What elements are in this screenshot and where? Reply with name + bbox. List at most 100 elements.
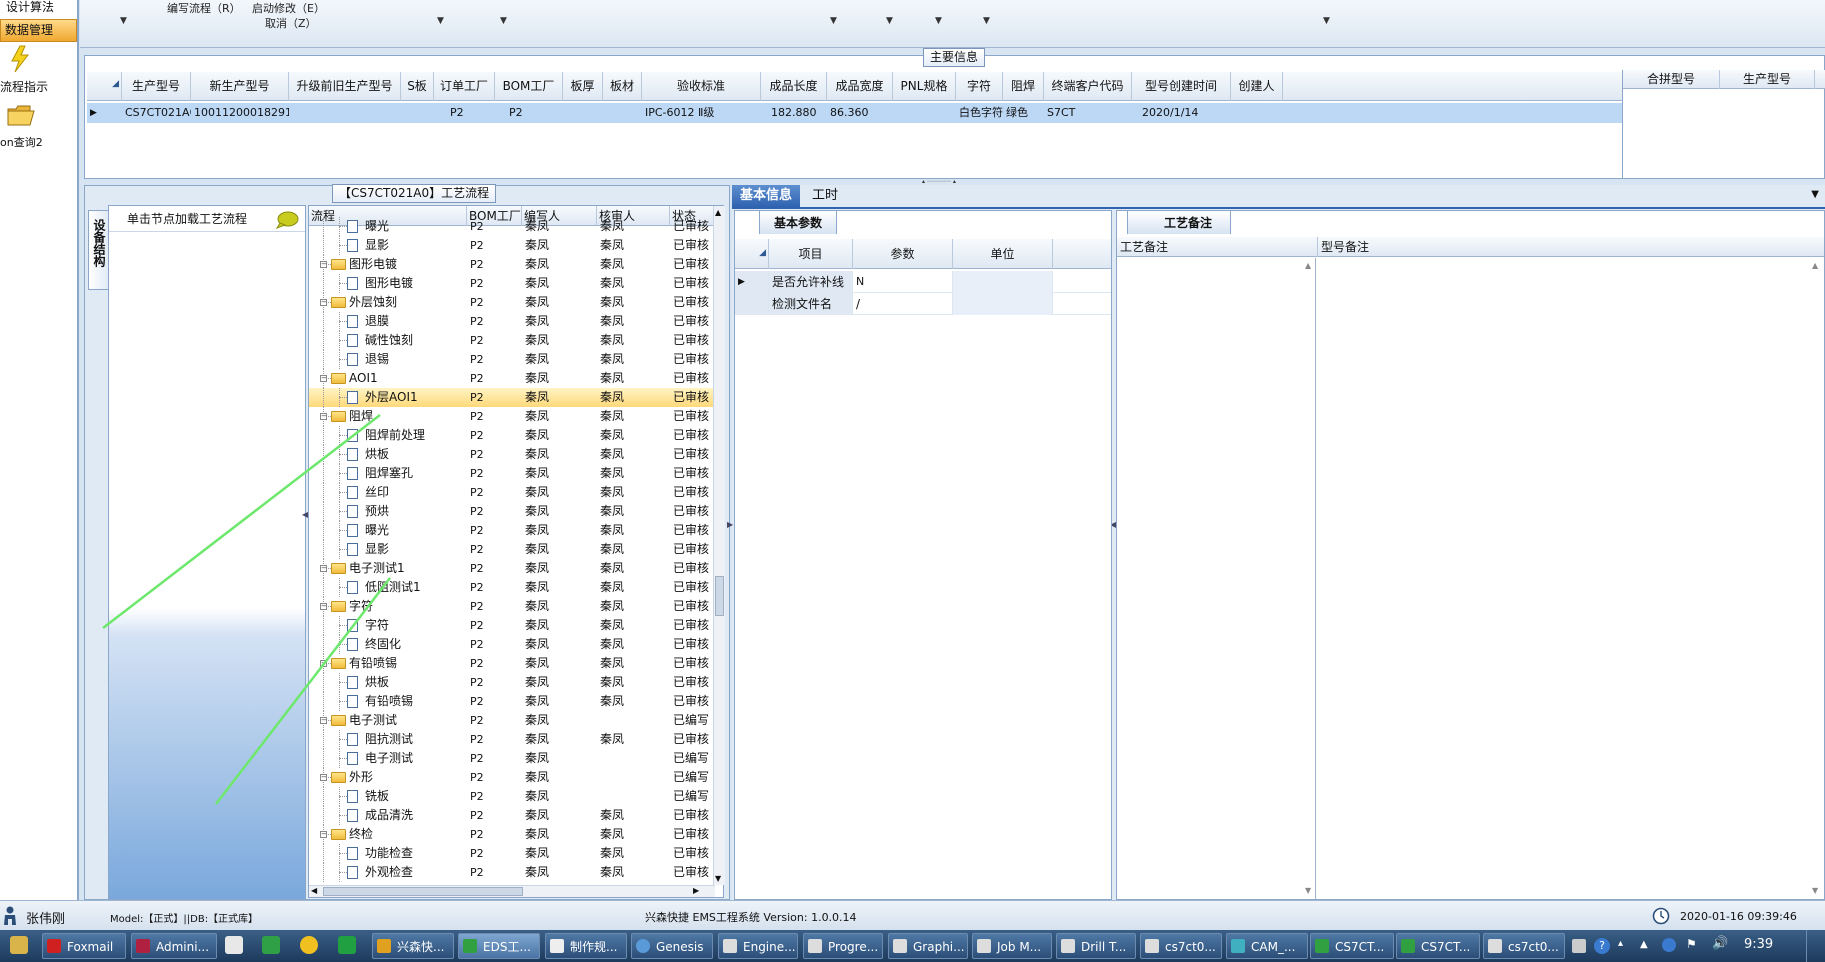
splitter-handle[interactable]: ▶ [727, 520, 733, 529]
col-header[interactable]: 字符 [956, 72, 1003, 101]
write-flow-menu[interactable]: 编写流程（R） [167, 0, 241, 16]
tree-node-group[interactable]: − 图形电镀 P2 秦凤 秦凤 已审核 [309, 255, 715, 274]
tree-node-step[interactable]: 烘板 P2 秦凤 秦凤 已审核 [309, 673, 715, 692]
collapse-toggle-icon[interactable]: − [320, 774, 327, 781]
tree-node-group[interactable]: − AOI1 P2 秦凤 秦凤 已审核 [309, 369, 715, 388]
taskbar-button[interactable]: CS7CT... [1396, 933, 1480, 959]
scroll-up-icon[interactable]: ▲ [1305, 261, 1311, 270]
col-header[interactable]: S板 [401, 72, 434, 101]
app-icon[interactable] [300, 936, 318, 954]
col-header[interactable]: 创建人 [1231, 72, 1283, 101]
cell[interactable] [289, 103, 401, 123]
tree-node-step[interactable]: 碱性蚀刻 P2 秦凤 秦凤 已审核 [309, 331, 715, 350]
flag-icon[interactable]: ⚑ [1686, 937, 1697, 951]
help-icon[interactable]: ? [1594, 938, 1610, 954]
taskbar-button[interactable]: Job M... [972, 933, 1052, 959]
tree-node-step[interactable]: 图形电镀 P2 秦凤 秦凤 已审核 [309, 274, 715, 293]
tree-node-group[interactable]: − 终检 P2 秦凤 秦凤 已审核 [309, 825, 715, 844]
tray-expand-icon[interactable]: ▴ [1618, 938, 1623, 949]
cell[interactable] [563, 103, 603, 123]
collapse-toggle-icon[interactable]: − [320, 299, 327, 306]
tree-node-step[interactable]: 退锡 P2 秦凤 秦凤 已审核 [309, 350, 715, 369]
tray-arrow-icon[interactable]: ▲ [1640, 939, 1648, 950]
taskbar-button[interactable]: Admini... [131, 933, 217, 959]
collapse-toggle-icon[interactable]: − [320, 413, 327, 420]
taskbar-button[interactable]: cs7ct0... [1483, 933, 1565, 959]
cell[interactable] [1231, 103, 1283, 123]
scroll-thumb[interactable] [323, 887, 523, 896]
collapse-toggle-icon[interactable]: − [320, 375, 327, 382]
scroll-right-icon[interactable]: ▶ [693, 886, 699, 895]
collapse-toggle-icon[interactable]: − [320, 261, 327, 268]
scroll-down-icon[interactable]: ▼ [1812, 886, 1818, 895]
chevron-down-icon[interactable]: ▼ [500, 16, 507, 26]
tree-node-step[interactable]: 曝光 P2 秦凤 秦凤 已审核 [309, 217, 715, 236]
tree-node-step[interactable]: 铣板 P2 秦凤 已编写 [309, 787, 715, 806]
tree-node-step[interactable]: 有铅喷锡 P2 秦凤 秦凤 已审核 [309, 692, 715, 711]
explorer-icon[interactable] [10, 936, 28, 954]
col-header[interactable]: 订单工厂 [434, 72, 495, 101]
nav-item-query2[interactable]: on查询2 [0, 134, 43, 150]
chevron-down-icon[interactable]: ▼ [437, 16, 444, 26]
cell[interactable] [603, 103, 642, 123]
col-header[interactable]: 验收标准 [642, 72, 761, 101]
cell[interactable] [953, 293, 1053, 315]
col-header[interactable]: 成品长度 [761, 72, 827, 101]
col-header[interactable]: 阻焊 [1003, 72, 1044, 101]
cell[interactable]: 白色字符 [956, 103, 1003, 123]
cell[interactable]: P2 [434, 103, 495, 123]
col-header[interactable]: BOM工厂 [495, 72, 563, 101]
col-header[interactable]: 升级前旧生产型号 [289, 72, 401, 101]
tab-work-hours[interactable]: 工时 [804, 185, 846, 207]
speech-bubble-icon[interactable] [275, 211, 299, 229]
taskbar-button[interactable]: cs7ct0... [1140, 933, 1222, 959]
tree-vertical-scrollbar[interactable]: ▲ ▼ [713, 206, 725, 885]
nav-item-flow-guide[interactable]: 流程指示 [0, 78, 48, 95]
scroll-thumb[interactable] [715, 576, 724, 616]
col-header[interactable]: 项目 [769, 239, 853, 269]
tree-node-step[interactable]: 显影 P2 秦凤 秦凤 已审核 [309, 236, 715, 255]
cell[interactable]: 10011200018291 [191, 103, 289, 123]
document-icon[interactable] [225, 936, 243, 954]
collapse-toggle-icon[interactable]: − [320, 660, 327, 667]
col-header[interactable]: 板材 [603, 72, 642, 101]
nav-item-design-algorithm[interactable]: 设计算法 [0, 0, 77, 17]
tree-node-step[interactable]: 外层AOI1 P2 秦凤 秦凤 已审核 [309, 388, 715, 407]
model-note-textarea[interactable] [1319, 258, 1824, 899]
col-header[interactable]: 参数 [853, 239, 953, 269]
start-modify-menu[interactable]: 启动修改（E） [252, 0, 325, 16]
cell[interactable]: IPC-6012 Ⅱ级 [642, 103, 761, 123]
taskbar-button[interactable]: Progre... [803, 933, 883, 959]
taskbar-button[interactable]: Genesis [631, 933, 713, 959]
tree-node-step[interactable]: 功能检查 P2 秦凤 秦凤 已审核 [309, 844, 715, 863]
cell[interactable]: 86.360 [827, 103, 893, 123]
cell[interactable] [893, 103, 956, 123]
tab-basic-params[interactable]: 基本参数 [759, 210, 838, 234]
process-note-textarea[interactable] [1117, 258, 1316, 899]
cell[interactable]: 绿色 [1003, 103, 1044, 123]
network-icon[interactable] [1662, 938, 1676, 952]
tree-horizontal-scrollbar[interactable]: ◀ ▶ [309, 885, 715, 897]
chevron-down-icon[interactable]: ▼ [886, 16, 893, 26]
col-header[interactable]: 生产型号 [122, 72, 191, 101]
cell[interactable]: P2 [495, 103, 563, 123]
collapse-toggle-icon[interactable]: − [320, 603, 327, 610]
tree-node-step[interactable]: 烘板 P2 秦凤 秦凤 已审核 [309, 445, 715, 464]
chevron-down-icon[interactable]: ▼ [983, 16, 990, 26]
tree-node-step[interactable]: 显影 P2 秦凤 秦凤 已审核 [309, 540, 715, 559]
taskbar-button[interactable]: 制作规... [545, 933, 627, 959]
splitter-grip[interactable]: ▴ ⋯⋯⋯⋯ ▴ [922, 178, 992, 185]
cell[interactable]: / [853, 293, 953, 315]
table-row[interactable]: ▶ 是否允许补线 N [735, 271, 1111, 293]
taskbar-button[interactable]: Engine... [718, 933, 798, 959]
tab-equipment-structure[interactable]: 设备结构 [88, 210, 110, 290]
col-header[interactable]: 生产型号 [1720, 70, 1815, 89]
tree-node-group[interactable]: − 有铅喷锡 P2 秦凤 秦凤 已审核 [309, 654, 715, 673]
tree-node-step[interactable]: 外观检查 P2 秦凤 秦凤 已审核 [309, 863, 715, 882]
collapse-toggle-icon[interactable]: − [320, 717, 327, 724]
app-icon[interactable] [262, 936, 280, 954]
chevron-down-icon[interactable]: ▼ [935, 16, 942, 26]
cell[interactable] [401, 103, 434, 123]
taskbar-clock[interactable]: 9:39 [1744, 937, 1773, 952]
col-header[interactable]: PNL规格 [893, 72, 956, 101]
